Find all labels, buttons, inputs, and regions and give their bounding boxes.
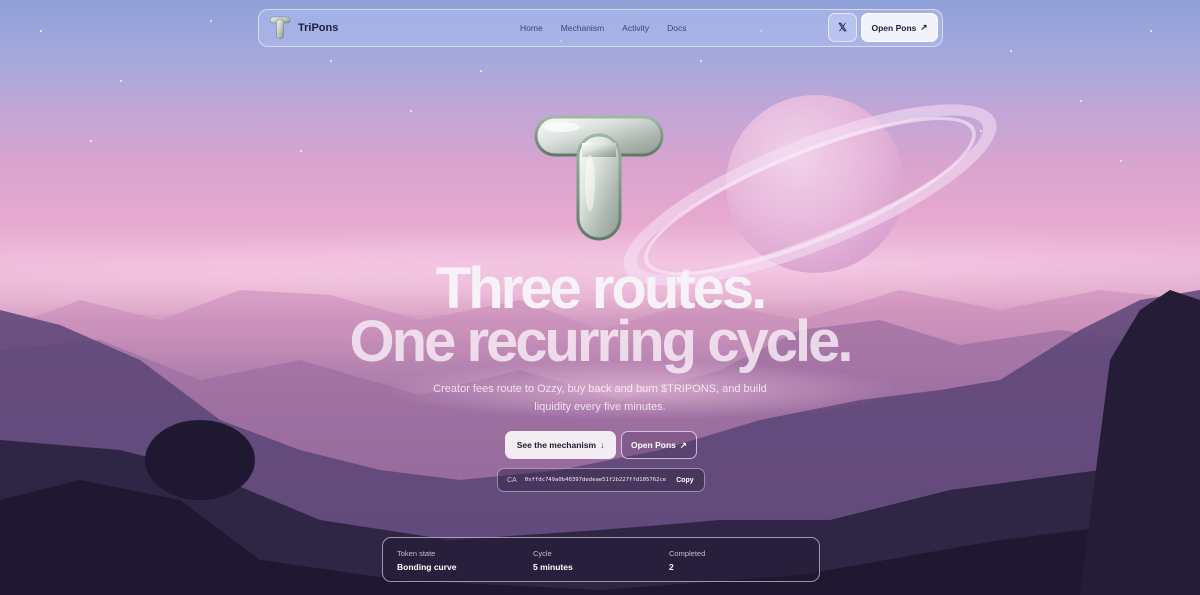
see-mechanism-button[interactable]: See the mechanism ↓: [505, 431, 616, 459]
stat-label: Completed: [669, 549, 706, 558]
hero-subtitle: Creator fees route to Ozzy, buy back and…: [433, 383, 767, 413]
token-stats-panel: Token state Bonding curve Cycle 5 minute…: [382, 537, 820, 582]
x-social-button[interactable]: 𝕏: [828, 13, 857, 42]
open-pons-button[interactable]: Open Pons ↗: [621, 431, 697, 459]
stat-cycle: Cycle 5 minutes: [533, 549, 573, 572]
stat-label: Cycle: [533, 549, 552, 558]
nav-link-docs[interactable]: Docs: [667, 23, 686, 33]
tripons-hero-logo-icon: [534, 115, 664, 241]
contract-address[interactable]: 0xffdc749a0b40397dedeae51f2b227ffd105762…: [525, 477, 666, 483]
nav-link-activity[interactable]: Activity: [622, 23, 649, 33]
nav-link-mechanism[interactable]: Mechanism: [561, 23, 604, 33]
brand-name[interactable]: TriPons: [298, 22, 338, 34]
stat-token-state: Token state Bonding curve: [397, 549, 457, 572]
stat-value: 2: [669, 562, 674, 572]
arrow-down-icon: ↓: [600, 440, 605, 450]
open-pons-nav-button[interactable]: Open Pons ↗: [861, 13, 938, 42]
open-pons-label: Open Pons: [631, 440, 676, 450]
x-logo-icon: 𝕏: [838, 22, 847, 34]
external-arrow-icon: ↗: [920, 22, 928, 32]
stat-completed: Completed 2: [669, 549, 705, 572]
ca-label: CA: [507, 476, 517, 484]
stat-label: Token state: [397, 549, 436, 558]
contract-address-box: CA 0xffdc749a0b40397dedeae51f2b227ffd105…: [497, 468, 705, 492]
nav-links: Home Mechanism Activity Docs: [520, 23, 704, 33]
stat-value: Bonding curve: [397, 562, 457, 572]
nav-link-home[interactable]: Home: [520, 23, 543, 33]
top-navbar: TriPons Home Mechanism Activity Docs 𝕏 O…: [258, 9, 943, 47]
external-arrow-icon: ↗: [679, 439, 687, 450]
see-mechanism-label: See the mechanism: [516, 440, 597, 450]
copy-address-button[interactable]: Copy: [676, 477, 694, 484]
open-pons-nav-label: Open Pons: [871, 22, 917, 33]
headline-secondary: One recurring cycle.: [349, 309, 854, 374]
stat-value: 5 minutes: [533, 562, 573, 572]
tripons-logo-icon[interactable]: [269, 16, 291, 40]
